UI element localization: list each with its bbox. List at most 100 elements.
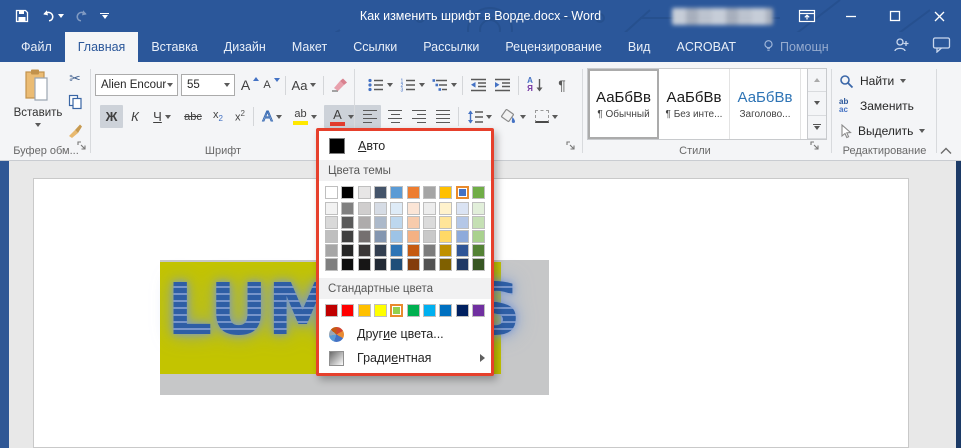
standard-color-swatch-8[interactable] [456, 304, 469, 317]
tint-swatch-1-5[interactable] [407, 216, 420, 229]
bullets-button[interactable] [366, 74, 394, 96]
increase-indent-button[interactable] [492, 74, 513, 96]
theme-color-swatch-3[interactable] [374, 186, 387, 199]
paste-button[interactable]: Вставить [11, 68, 65, 150]
tab-view[interactable]: Вид [615, 32, 664, 62]
standard-color-swatch-4[interactable] [390, 304, 403, 317]
customize-quick-access-button[interactable] [100, 13, 109, 20]
find-button[interactable]: Найти [839, 70, 906, 92]
tint-swatch-0-9[interactable] [472, 202, 485, 215]
standard-color-swatch-5[interactable] [407, 304, 420, 317]
tint-swatch-1-7[interactable] [439, 216, 452, 229]
superscript-button[interactable]: х2 [230, 105, 250, 128]
styles-dialog-launcher[interactable] [809, 138, 820, 156]
style-no-spacing[interactable]: АаБбВв¶ Без инте... [659, 69, 730, 139]
tab-insert[interactable]: Вставка [138, 32, 210, 62]
tint-swatch-4-1[interactable] [341, 258, 354, 271]
font-size-combo[interactable]: 55 [181, 74, 235, 96]
tint-swatch-4-0[interactable] [325, 258, 338, 271]
tint-swatch-4-2[interactable] [358, 258, 371, 271]
sort-button[interactable]: А Я [524, 74, 546, 96]
clipboard-dialog-launcher[interactable] [76, 138, 87, 156]
borders-button[interactable] [531, 105, 561, 128]
paste-dropdown-arrow[interactable] [35, 123, 41, 127]
tint-swatch-1-0[interactable] [325, 216, 338, 229]
tint-swatch-2-0[interactable] [325, 230, 338, 243]
tab-file[interactable]: Файл [8, 32, 65, 62]
theme-color-swatch-9[interactable] [472, 186, 485, 199]
clear-formatting-button[interactable] [328, 74, 350, 96]
line-spacing-button[interactable] [464, 105, 494, 128]
justify-button[interactable] [432, 105, 454, 128]
theme-color-swatch-6[interactable] [423, 186, 436, 199]
tint-swatch-3-9[interactable] [472, 244, 485, 257]
align-right-button[interactable] [408, 105, 430, 128]
show-formatting-marks-button[interactable]: ¶ [552, 74, 572, 96]
standard-color-swatch-6[interactable] [423, 304, 436, 317]
tint-swatch-0-3[interactable] [374, 202, 387, 215]
underline-button[interactable]: Ч [147, 105, 177, 128]
tint-swatch-1-3[interactable] [374, 216, 387, 229]
tab-review[interactable]: Рецензирование [492, 32, 615, 62]
cut-button[interactable]: ✂ [69, 72, 81, 86]
standard-color-swatch-1[interactable] [341, 304, 354, 317]
numbering-button[interactable]: 123 [398, 74, 426, 96]
tab-design[interactable]: Дизайн [211, 32, 279, 62]
text-highlight-button[interactable]: ab [288, 105, 322, 128]
select-dropdown-arrow[interactable] [919, 129, 925, 133]
align-center-button[interactable] [384, 105, 406, 128]
tint-swatch-2-2[interactable] [358, 230, 371, 243]
tint-swatch-0-6[interactable] [423, 202, 436, 215]
tint-swatch-0-2[interactable] [358, 202, 371, 215]
tab-references[interactable]: Ссылки [340, 32, 410, 62]
tab-home[interactable]: Главная [65, 32, 139, 62]
tab-acrobat[interactable]: ACROBAT [663, 32, 749, 62]
tint-swatch-2-3[interactable] [374, 230, 387, 243]
align-left-button[interactable] [358, 105, 381, 128]
tint-swatch-3-8[interactable] [456, 244, 469, 257]
tint-swatch-0-4[interactable] [390, 202, 403, 215]
tint-swatch-3-4[interactable] [390, 244, 403, 257]
standard-color-swatch-3[interactable] [374, 304, 387, 317]
bold-button[interactable]: Ж [100, 105, 123, 128]
tint-swatch-1-6[interactable] [423, 216, 436, 229]
tint-swatch-3-0[interactable] [325, 244, 338, 257]
tint-swatch-2-1[interactable] [341, 230, 354, 243]
change-case-button[interactable]: Aa [289, 74, 319, 96]
theme-color-swatch-2[interactable] [358, 186, 371, 199]
style-heading1[interactable]: АаБбВвЗаголово... [730, 69, 801, 139]
tint-swatch-3-6[interactable] [423, 244, 436, 257]
tint-swatch-0-8[interactable] [456, 202, 469, 215]
tint-swatch-4-8[interactable] [456, 258, 469, 271]
tint-swatch-1-1[interactable] [341, 216, 354, 229]
tint-swatch-2-8[interactable] [456, 230, 469, 243]
grow-font-button[interactable]: А [240, 74, 260, 96]
comment-icon[interactable] [932, 36, 951, 59]
multilevel-list-button[interactable] [430, 74, 458, 96]
shading-button[interactable] [497, 105, 527, 128]
italic-button[interactable]: К [125, 105, 145, 128]
tint-swatch-3-7[interactable] [439, 244, 452, 257]
style-normal[interactable]: АаБбВв¶ Обычный [588, 69, 659, 139]
tint-swatch-1-8[interactable] [456, 216, 469, 229]
tint-swatch-3-3[interactable] [374, 244, 387, 257]
tint-swatch-3-5[interactable] [407, 244, 420, 257]
theme-color-swatch-1[interactable] [341, 186, 354, 199]
tint-swatch-4-7[interactable] [439, 258, 452, 271]
tint-swatch-1-4[interactable] [390, 216, 403, 229]
subscript-button[interactable]: х2 [208, 105, 228, 128]
tint-swatch-0-7[interactable] [439, 202, 452, 215]
decrease-indent-button[interactable] [468, 74, 489, 96]
font-name-combo[interactable]: Alien Encour [95, 74, 178, 96]
menu-item-more-colors[interactable]: Другие цвета... [319, 322, 491, 346]
theme-color-swatch-8[interactable] [456, 186, 469, 199]
tint-swatch-2-5[interactable] [407, 230, 420, 243]
tint-swatch-2-7[interactable] [439, 230, 452, 243]
tint-swatch-2-6[interactable] [423, 230, 436, 243]
close-button[interactable] [917, 0, 961, 32]
standard-color-swatch-9[interactable] [472, 304, 485, 317]
tint-swatch-3-1[interactable] [341, 244, 354, 257]
select-button[interactable]: Выделить [839, 120, 925, 142]
ribbon-display-options-button[interactable] [785, 0, 829, 32]
undo-dropdown-arrow[interactable] [58, 14, 64, 18]
